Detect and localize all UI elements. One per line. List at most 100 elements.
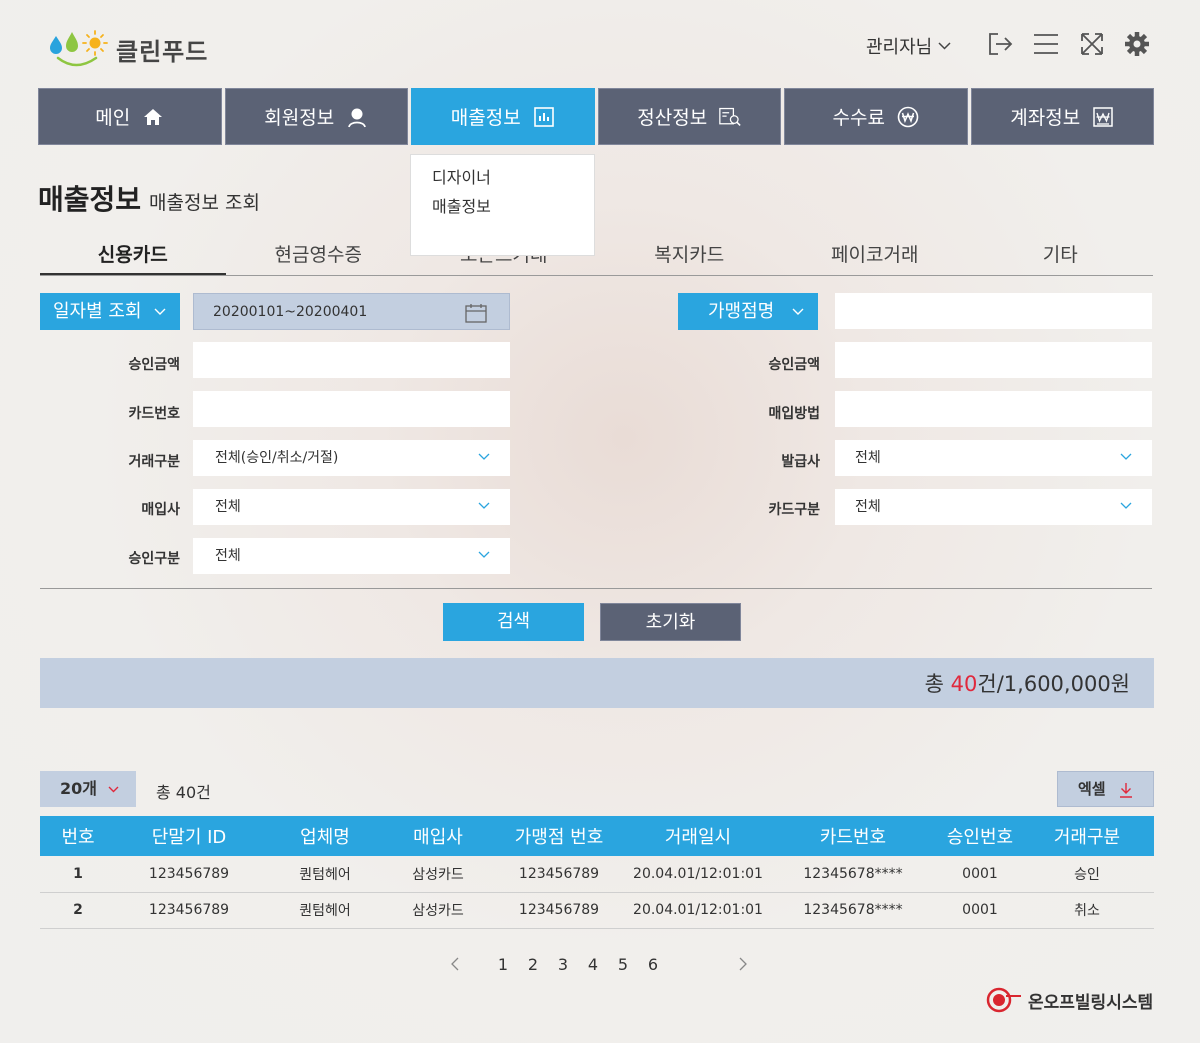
summary-suffix: 건/1,600,000원 xyxy=(977,672,1130,696)
table-row[interactable]: 1 123456789 퀀텀헤어 삼성카드 123456789 20.04.01… xyxy=(40,856,1154,893)
cell-approval-no: 0001 xyxy=(940,892,1020,929)
search-button[interactable]: 검색 xyxy=(443,603,584,641)
card-type-select[interactable]: 전체 xyxy=(835,489,1152,525)
main-nav: 메인 회원정보 매출정보 정산정보 수수료 계좌정보 xyxy=(38,88,1154,145)
page-3[interactable]: 3 xyxy=(548,955,578,974)
tab-welfare-card[interactable]: 복지카드 xyxy=(597,237,783,275)
card-number-input[interactable] xyxy=(193,391,510,427)
cell-terminal-id: 123456789 xyxy=(116,856,262,893)
home-icon xyxy=(144,108,163,125)
issuer-label: 발급사 xyxy=(781,454,820,470)
reset-button[interactable]: 초기화 xyxy=(600,603,741,641)
page-size-select[interactable]: 20개 xyxy=(40,771,136,807)
approval-type-select[interactable]: 전체 xyxy=(193,538,510,574)
purchase-method-input[interactable] xyxy=(835,391,1152,427)
chevron-down-icon xyxy=(938,42,951,50)
col-header-terminal-id[interactable]: 단말기 ID xyxy=(116,816,262,856)
nav-item-sales[interactable]: 매출정보 xyxy=(411,88,595,145)
issuer-select[interactable]: 전체 xyxy=(835,440,1152,476)
tab-cash-receipt[interactable]: 현금영수증 xyxy=(226,237,412,275)
nav-label: 수수료 xyxy=(832,107,885,129)
page-4[interactable]: 4 xyxy=(578,955,608,974)
trade-type-select[interactable]: 전체(승인/취소/거절) xyxy=(193,440,510,476)
tab-etc[interactable]: 기타 xyxy=(968,237,1154,275)
excel-download-button[interactable]: 엑셀 xyxy=(1057,771,1154,807)
cell-no: 1 xyxy=(40,856,116,893)
col-header-card-number[interactable]: 카드번호 xyxy=(766,816,940,856)
summary-count: 40 xyxy=(950,672,978,696)
list-total: 총 40건 xyxy=(156,783,211,802)
nav-item-members[interactable]: 회원정보 xyxy=(224,88,408,145)
approval-type-label: 승인구분 xyxy=(128,551,180,567)
col-header-trade-type[interactable]: 거래구분 xyxy=(1020,816,1154,856)
merchant-type-select[interactable]: 가맹점명 xyxy=(678,293,818,330)
form-divider xyxy=(40,588,1152,589)
col-header-company[interactable]: 업체명 xyxy=(262,816,388,856)
table-header-row: 번호 단말기 ID 업체명 매입사 가맹점 번호 거래일시 카드번호 승인번호 … xyxy=(40,816,1154,856)
page-size-value: 20개 xyxy=(60,779,97,798)
nav-item-main[interactable]: 메인 xyxy=(38,88,222,145)
gear-icon[interactable] xyxy=(1123,30,1151,58)
approval-amount-label: 승인금액 xyxy=(128,357,180,373)
col-header-approval-no[interactable]: 승인번호 xyxy=(940,816,1020,856)
approval-amount-input[interactable] xyxy=(193,342,510,378)
page-1[interactable]: 1 xyxy=(488,955,518,974)
card-type-value: 전체 xyxy=(855,499,881,515)
page-title: 매출정보 매출정보 조회 xyxy=(38,178,260,218)
logout-icon[interactable] xyxy=(986,30,1014,58)
trade-type-label: 거래구분 xyxy=(128,454,180,470)
summary-bar: 총 40건/1,600,000원 xyxy=(40,658,1154,708)
cell-card-number: 12345678**** xyxy=(766,892,940,929)
chevron-right-icon[interactable] xyxy=(728,957,758,971)
date-mode-select[interactable]: 일자별 조회 xyxy=(40,293,180,330)
page-2[interactable]: 2 xyxy=(518,955,548,974)
dropdown-item-sales-info[interactable]: 매출정보 xyxy=(432,192,573,221)
merchant-type-label: 가맹점명 xyxy=(708,301,775,322)
approval-type-value: 전체 xyxy=(215,548,241,564)
cell-company: 퀀텀헤어 xyxy=(262,892,388,929)
menu-icon[interactable] xyxy=(1032,30,1060,58)
date-range-value: 20200101~20200401 xyxy=(213,304,368,320)
logo-text: 클린푸드 xyxy=(116,37,209,66)
fullscreen-icon[interactable] xyxy=(1078,30,1106,58)
chevron-down-icon xyxy=(154,308,166,315)
dropdown-item-designer[interactable]: 디자이너 xyxy=(432,163,573,192)
cell-approval-no: 0001 xyxy=(940,856,1020,893)
table-row[interactable]: 2 123456789 퀀텀헤어 삼성카드 123456789 20.04.01… xyxy=(40,892,1154,929)
approval-amount-right-input[interactable] xyxy=(835,342,1152,378)
nav-label: 정산정보 xyxy=(637,107,708,129)
calendar-icon[interactable] xyxy=(465,303,487,323)
cell-trade-type: 취소 xyxy=(1020,892,1154,929)
excel-label: 엑셀 xyxy=(1078,780,1106,798)
chevron-down-icon xyxy=(1120,453,1132,460)
chevron-left-icon[interactable] xyxy=(440,957,470,971)
chevron-down-icon xyxy=(478,453,490,460)
summary-prefix: 총 xyxy=(924,672,951,696)
nav-item-account[interactable]: 계좌정보 xyxy=(970,88,1154,145)
won-circle-icon xyxy=(897,106,919,127)
col-header-trade-datetime[interactable]: 거래일시 xyxy=(630,816,766,856)
tab-credit-card[interactable]: 신용카드 xyxy=(40,237,226,275)
nav-label: 계좌정보 xyxy=(1010,107,1081,129)
col-header-merchant-no[interactable]: 가맹점 번호 xyxy=(488,816,630,856)
date-mode-label: 일자별 조회 xyxy=(53,301,142,322)
date-range-input[interactable]: 20200101~20200401 xyxy=(193,293,510,330)
nav-item-settlement[interactable]: 정산정보 xyxy=(597,88,781,145)
tab-payco-trade[interactable]: 페이코거래 xyxy=(782,237,968,275)
col-header-no[interactable]: 번호 xyxy=(40,816,116,856)
chevron-down-icon xyxy=(478,551,490,558)
admin-menu[interactable]: 관리자님 xyxy=(866,33,951,59)
page-6[interactable]: 6 xyxy=(638,955,668,974)
page-title-main: 매출정보 xyxy=(38,183,142,216)
merchant-name-input[interactable] xyxy=(835,293,1152,329)
cell-merchant-no: 123456789 xyxy=(488,892,630,929)
page-5[interactable]: 5 xyxy=(608,955,638,974)
app-logo[interactable]: 클린푸드 xyxy=(50,28,208,70)
acquirer-select[interactable]: 전체 xyxy=(193,489,510,525)
cell-terminal-id: 123456789 xyxy=(116,892,262,929)
cell-trade-datetime: 20.04.01/12:01:01 xyxy=(630,892,766,929)
nav-item-fees[interactable]: 수수료 xyxy=(784,88,968,145)
cell-trade-type: 승인 xyxy=(1020,856,1154,893)
col-header-acquirer[interactable]: 매입사 xyxy=(388,816,488,856)
cell-company: 퀀텀헤어 xyxy=(262,856,388,893)
